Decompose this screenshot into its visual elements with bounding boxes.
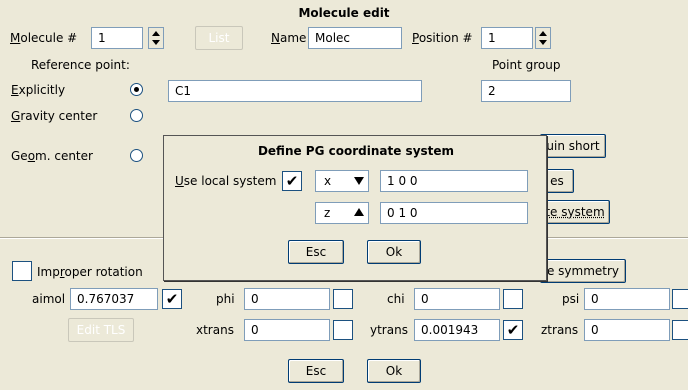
xtrans-refine-checkbox[interactable] — [333, 320, 353, 340]
chi-field[interactable]: 0 — [414, 288, 500, 310]
window-title: Molecule edit — [298, 6, 390, 20]
position-label: Position # — [412, 31, 473, 45]
ok-button[interactable]: Ok — [367, 359, 421, 383]
xtrans-label: xtrans — [196, 323, 234, 337]
use-local-system-label: Use local system — [175, 174, 277, 188]
list-button[interactable]: List — [195, 26, 243, 50]
esc-button[interactable]: Esc — [288, 359, 344, 383]
position-spinner[interactable] — [535, 27, 551, 49]
edit-tls-button[interactable]: Edit TLS — [68, 318, 134, 342]
improper-rotation-label: Improper rotation — [37, 265, 143, 279]
aimol-field[interactable]: 0.767037 — [70, 288, 158, 310]
gravity-center-radio[interactable] — [130, 109, 143, 122]
phi-label: phi — [216, 292, 235, 306]
aimol-refine-checkbox[interactable]: ✔ — [162, 289, 182, 309]
ytrans-field[interactable]: 0.001943 — [414, 319, 500, 341]
explicitly-radio[interactable] — [130, 83, 143, 96]
ytrans-refine-checkbox[interactable]: ✔ — [503, 320, 523, 340]
phi-field[interactable]: 0 — [244, 288, 330, 310]
axis2-vector-field[interactable]: 0 1 0 — [380, 202, 528, 224]
name-label: Name — [271, 31, 307, 45]
ztrans-label: ztrans — [541, 323, 579, 337]
psi-field[interactable]: 0 — [584, 288, 670, 310]
molecule-label: Molecule # — [10, 31, 78, 45]
define-pg-dialog: Define PG coordinate system Use local sy… — [163, 135, 547, 281]
reference-point-header: Reference point: — [31, 58, 130, 72]
axis2-select[interactable]: z — [315, 202, 369, 224]
use-local-system-checkbox[interactable]: ✔ — [282, 171, 302, 191]
chi-refine-checkbox[interactable] — [503, 289, 523, 309]
ytrans-label: ytrans — [370, 323, 408, 337]
chevron-down-icon — [354, 177, 364, 185]
axis1-vector-field[interactable]: 1 0 0 — [380, 170, 528, 192]
dialog-esc-button[interactable]: Esc — [288, 240, 344, 264]
xtrans-field[interactable]: 0 — [244, 319, 330, 341]
name-field[interactable]: Molec — [308, 27, 402, 49]
explicitly-label: Explicitly — [11, 83, 66, 97]
axis2-select-value: z — [324, 206, 331, 220]
reference-atom-field[interactable]: C1 — [168, 80, 422, 102]
psi-label: psi — [562, 292, 580, 306]
phi-refine-checkbox[interactable] — [333, 289, 353, 309]
ztrans-refine-checkbox[interactable] — [672, 320, 688, 340]
aimol-label: aimol — [32, 292, 66, 306]
molecule-number-spinner[interactable] — [148, 27, 164, 49]
axis1-select[interactable]: x — [315, 170, 369, 192]
quin-short-button[interactable]: uin short — [540, 134, 606, 158]
ztrans-field[interactable]: 0 — [584, 319, 670, 341]
dialog-ok-button[interactable]: Ok — [367, 240, 421, 264]
point-group-field[interactable]: 2 — [481, 80, 571, 102]
geom-center-label: Geom. center — [11, 149, 93, 163]
axis1-select-value: x — [324, 174, 332, 188]
chevron-up-icon — [354, 208, 364, 216]
improper-rotation-checkbox[interactable] — [12, 261, 32, 281]
gravity-center-label: Gravity center — [11, 109, 98, 123]
position-field[interactable]: 1 — [481, 27, 533, 49]
molecule-number-field[interactable]: 1 — [91, 27, 143, 49]
dialog-title: Define PG coordinate system — [257, 144, 455, 158]
geom-center-radio[interactable] — [130, 149, 143, 162]
psi-refine-checkbox[interactable] — [672, 289, 688, 309]
symmetry-button[interactable]: e symmetry — [540, 259, 626, 283]
point-group-header: Point group — [492, 58, 561, 72]
coordinate-system-button[interactable]: te system — [540, 200, 610, 224]
chi-label: chi — [387, 292, 405, 306]
